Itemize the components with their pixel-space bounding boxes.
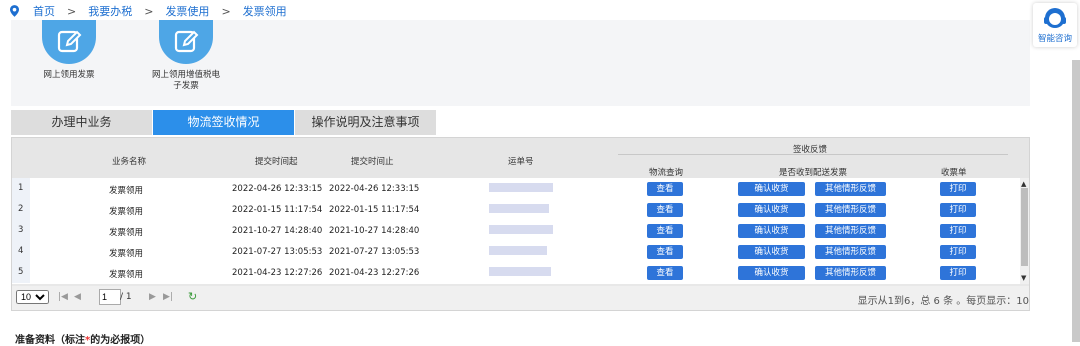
header-logistics-query: 物流查询 xyxy=(649,168,684,178)
breadcrumb: 首页 > 我要办税 > 发票使用 > 发票领用 xyxy=(10,3,287,19)
first-page-icon[interactable]: |◀ xyxy=(58,292,68,302)
location-pin-icon xyxy=(10,5,19,17)
print-button[interactable]: 打印 xyxy=(940,266,976,280)
cell-end: 2021-07-27 13:05:53 xyxy=(329,247,420,257)
cell-end: 2022-01-15 11:17:54 xyxy=(329,205,420,215)
print-button[interactable]: 打印 xyxy=(940,245,976,259)
page-size-select[interactable]: 10 xyxy=(16,290,49,304)
total-pages: / 1 xyxy=(120,292,132,302)
tab-instructions[interactable]: 操作说明及注意事项 xyxy=(295,110,436,135)
row-number: 2 xyxy=(12,199,30,220)
waybill-redacted xyxy=(489,267,551,276)
pagination-bar: 10 |◀ ◀ / 1 ▶ ▶| ↻ 显示从1到6，总 6 条 。每页显示：10 xyxy=(12,286,1029,310)
quick-item-label: 网上领用发票 xyxy=(43,70,95,80)
header-receipt: 收票单 xyxy=(941,168,967,178)
cell-end: 2022-04-26 12:33:15 xyxy=(329,184,420,194)
quick-item-collect-invoice[interactable]: 网上领用发票 xyxy=(29,20,109,81)
cell-start: 2022-01-15 11:17:54 xyxy=(232,205,323,215)
headset-icon xyxy=(1044,8,1066,28)
prev-page-icon[interactable]: ◀ xyxy=(74,292,81,302)
cell-name: 发票领用 xyxy=(109,249,144,259)
confirm-receipt-button[interactable]: 确认收货 xyxy=(738,224,805,238)
other-feedback-button[interactable]: 其他情形反馈 xyxy=(815,245,886,259)
waybill-redacted xyxy=(489,204,549,213)
other-feedback-button[interactable]: 其他情形反馈 xyxy=(815,182,886,196)
scroll-thumb[interactable] xyxy=(1021,188,1028,266)
other-feedback-button[interactable]: 其他情形反馈 xyxy=(815,203,886,217)
table-row: 2 发票领用 2022-01-15 11:17:54 2022-01-15 11… xyxy=(12,199,1020,220)
page-scrollbar[interactable] xyxy=(1072,60,1080,342)
cell-start: 2021-10-27 14:28:40 xyxy=(232,226,323,236)
print-button[interactable]: 打印 xyxy=(940,182,976,196)
confirm-receipt-button[interactable]: 确认收货 xyxy=(738,245,805,259)
cell-start: 2022-04-26 12:33:15 xyxy=(232,184,323,194)
row-number: 3 xyxy=(12,220,30,241)
table-row: 4 发票领用 2021-07-27 13:05:53 2021-07-27 13… xyxy=(12,241,1020,262)
table-row: 5 发票领用 2021-04-23 12:27:26 2021-04-23 12… xyxy=(12,262,1020,283)
table-body: 1 发票领用 2022-04-26 12:33:15 2022-04-26 12… xyxy=(12,178,1020,284)
last-page-icon[interactable]: ▶| xyxy=(163,292,173,302)
page-summary: 显示从1到6，总 6 条 。每页显示：10 xyxy=(857,296,1029,307)
next-page-icon[interactable]: ▶ xyxy=(149,292,156,302)
cell-name: 发票领用 xyxy=(109,270,144,280)
cell-end: 2021-10-27 14:28:40 xyxy=(329,226,420,236)
scroll-up-icon[interactable]: ▲ xyxy=(1021,180,1026,188)
waybill-redacted xyxy=(489,246,547,255)
prep-text-after: 的为必报项） xyxy=(90,335,151,346)
other-feedback-button[interactable]: 其他情形反馈 xyxy=(815,224,886,238)
table-header: 签收反馈 业务名称 提交时间起 提交时间止 运单号 物流查询 是否收到配送发票 … xyxy=(12,138,1029,178)
quick-item-collect-e-invoice[interactable]: 网上领用增值税电 子发票 xyxy=(136,20,236,92)
prep-text-before: 准备资料（标注 xyxy=(15,335,85,346)
quick-item-label-2: 子发票 xyxy=(173,81,199,91)
tab-bar: 办理中业务 物流签收情况 操作说明及注意事项 xyxy=(11,110,437,135)
row-number: 5 xyxy=(12,262,30,283)
refresh-icon[interactable]: ↻ xyxy=(188,290,197,303)
edit-icon xyxy=(159,20,213,64)
view-button[interactable]: 查看 xyxy=(647,224,683,238)
confirm-receipt-button[interactable]: 确认收货 xyxy=(738,203,805,217)
help-label: 智能咨询 xyxy=(1037,34,1072,44)
header-name: 业务名称 xyxy=(112,157,147,167)
header-received: 是否收到配送发票 xyxy=(779,168,848,178)
print-button[interactable]: 打印 xyxy=(940,203,976,217)
prep-heading: 准备资料（标注*的为必报项） xyxy=(15,331,150,346)
header-end: 提交时间止 xyxy=(351,157,394,167)
other-feedback-button[interactable]: 其他情形反馈 xyxy=(815,266,886,280)
waybill-redacted xyxy=(489,225,553,234)
header-start: 提交时间起 xyxy=(255,157,298,167)
cell-name: 发票领用 xyxy=(109,186,144,196)
edit-icon xyxy=(42,20,96,64)
confirm-receipt-button[interactable]: 确认收货 xyxy=(738,266,805,280)
tab-logistics[interactable]: 物流签收情况 xyxy=(153,110,294,135)
view-button[interactable]: 查看 xyxy=(647,266,683,280)
view-button[interactable]: 查看 xyxy=(647,203,683,217)
help-button[interactable]: 智能咨询 xyxy=(1033,3,1077,47)
cell-start: 2021-04-23 12:27:26 xyxy=(232,268,323,278)
view-button[interactable]: 查看 xyxy=(647,182,683,196)
waybill-redacted xyxy=(489,183,553,192)
table-scrollbar[interactable]: ▲ ▼ xyxy=(1020,178,1029,284)
row-number: 1 xyxy=(12,178,30,199)
cell-end: 2021-04-23 12:27:26 xyxy=(329,268,420,278)
header-waybill: 运单号 xyxy=(508,157,534,167)
table-row: 1 发票领用 2022-04-26 12:33:15 2022-04-26 12… xyxy=(12,178,1020,199)
page-number-input[interactable] xyxy=(99,289,121,305)
breadcrumb-home[interactable]: 首页 xyxy=(33,3,55,19)
breadcrumb-invoice-use[interactable]: 发票使用 xyxy=(165,3,209,19)
logistics-table: 签收反馈 业务名称 提交时间起 提交时间止 运单号 物流查询 是否收到配送发票 … xyxy=(11,137,1030,311)
row-number: 4 xyxy=(12,241,30,262)
confirm-receipt-button[interactable]: 确认收货 xyxy=(738,182,805,196)
breadcrumb-tax[interactable]: 我要办税 xyxy=(88,3,132,19)
table-row: 3 发票领用 2021-10-27 14:28:40 2021-10-27 14… xyxy=(12,220,1020,241)
cell-name: 发票领用 xyxy=(109,207,144,217)
cell-start: 2021-07-27 13:05:53 xyxy=(232,247,323,257)
tab-in-progress[interactable]: 办理中业务 xyxy=(11,110,152,135)
cell-name: 发票领用 xyxy=(109,228,144,238)
scroll-down-icon[interactable]: ▼ xyxy=(1021,274,1026,282)
view-button[interactable]: 查看 xyxy=(647,245,683,259)
print-button[interactable]: 打印 xyxy=(940,224,976,238)
quick-item-label: 网上领用增值税电 xyxy=(151,70,220,80)
breadcrumb-invoice-collect[interactable]: 发票领用 xyxy=(243,3,287,19)
